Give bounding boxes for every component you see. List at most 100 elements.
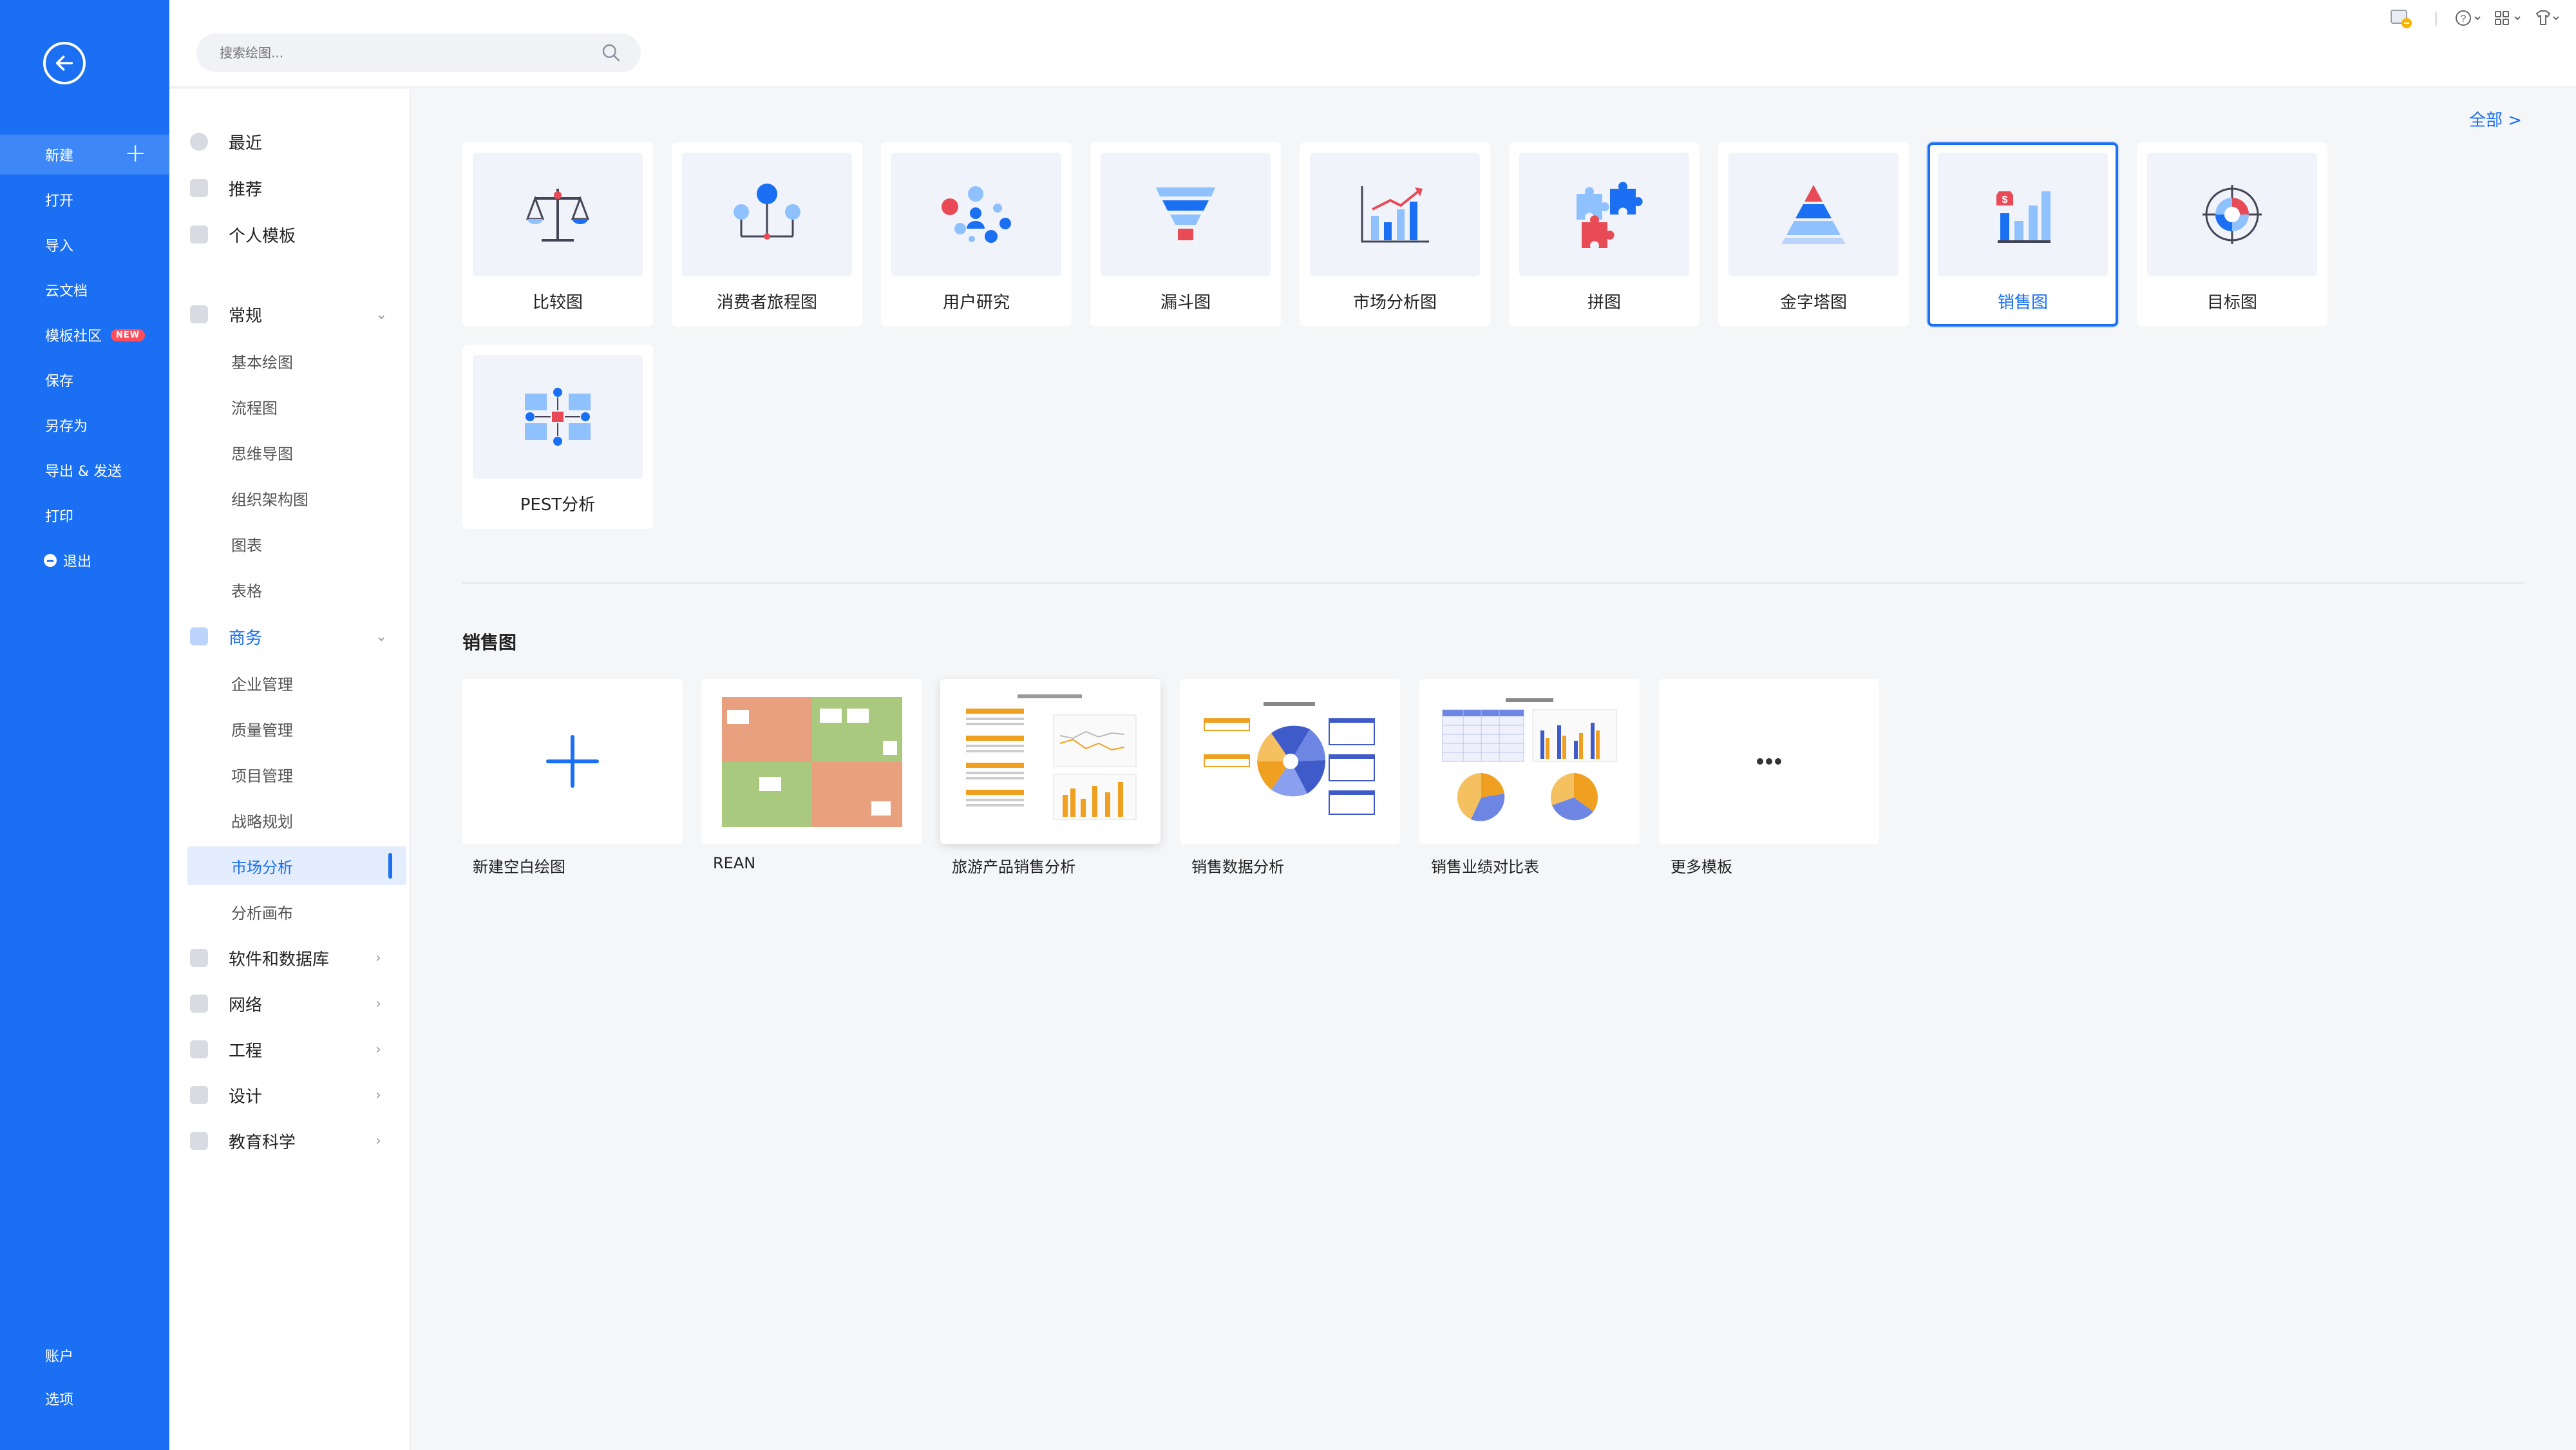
general-icon (190, 305, 208, 323)
sub-project-mgmt[interactable]: 项目管理 (169, 755, 411, 794)
education-icon (190, 1132, 208, 1150)
sub-tables[interactable]: 表格 (169, 570, 411, 609)
back-button[interactable] (43, 42, 86, 84)
type-customer-journey-label: 消费者旅程图 (716, 293, 817, 312)
sub-flowchart-label: 流程图 (231, 399, 278, 417)
nav-export-send-label: 导出 & 发送 (45, 464, 122, 480)
chevron-right-icon[interactable]: › (375, 1042, 381, 1058)
template-more-label: 更多模板 (1671, 858, 1732, 876)
sub-org-chart-label: 组织架构图 (231, 490, 308, 509)
search-icon[interactable] (601, 43, 621, 63)
nav-options[interactable]: 选项 (0, 1378, 169, 1418)
category-recommended[interactable]: 推荐 (169, 169, 411, 207)
type-user-research-label: 用户研究 (942, 293, 1010, 312)
nav-template-community-label: 模板社区 (45, 329, 102, 345)
template-travel-sales[interactable] (940, 679, 1160, 844)
nav-export-send[interactable]: 导出 & 发送 (0, 450, 169, 490)
plus-icon[interactable]: + (124, 140, 146, 166)
chevron-right-icon[interactable]: › (375, 950, 381, 966)
chevron-right-icon[interactable]: › (375, 1133, 381, 1149)
search-input[interactable] (220, 45, 580, 61)
type-customer-journey[interactable]: 消费者旅程图 (672, 142, 862, 327)
search-box[interactable] (196, 33, 641, 72)
category-software-db[interactable]: 软件和数据库 › (169, 939, 411, 977)
engineering-icon (190, 1040, 208, 1058)
sub-mind-map[interactable]: 思维导图 (169, 433, 411, 472)
market-chart-icon (1310, 153, 1480, 276)
nav-cloud-docs[interactable]: 云文档 (0, 270, 169, 310)
network-icon (190, 995, 208, 1013)
journey-icon (682, 153, 852, 276)
category-network[interactable]: 网络 › (169, 984, 411, 1023)
nav-exit-label: 退出 (63, 554, 92, 570)
chevron-down-icon[interactable]: ⌄ (375, 629, 387, 645)
nav-exit[interactable]: 退出 (0, 540, 169, 580)
clock-icon (190, 133, 208, 151)
template-sales-performance-compare-label: 销售业绩对比表 (1431, 858, 1539, 876)
sub-enterprise-mgmt[interactable]: 企业管理 (169, 663, 411, 702)
personal-template-icon (190, 225, 208, 243)
travel-sales-thumbnail (966, 694, 1137, 820)
sales-compare-thumbnail (1442, 698, 1617, 821)
help-icon[interactable]: ? (2454, 6, 2483, 30)
template-sales-performance-compare[interactable] (1419, 679, 1640, 844)
category-business[interactable]: 商务 ⌄ (169, 617, 411, 656)
category-panel: 最近 推荐 个人模板 常规 ⌄ 基本绘图 流程图 思维导图 组织架构图 图表 表… (169, 89, 411, 1450)
type-puzzle[interactable]: 拼图 (1509, 142, 1700, 327)
category-software-db-label: 软件和数据库 (229, 949, 330, 969)
nav-new-label: 新建 (45, 148, 74, 164)
nav-import[interactable]: 导入 (0, 225, 169, 265)
type-funnel[interactable]: 漏斗图 (1090, 142, 1281, 327)
type-user-research[interactable]: 用户研究 (881, 142, 1072, 327)
sub-strategy-label: 战略规划 (231, 812, 293, 831)
sub-charts[interactable]: 图表 (169, 524, 411, 563)
type-market-analysis[interactable]: 市场分析图 (1300, 142, 1490, 327)
category-education[interactable]: 教育科学 › (169, 1121, 411, 1160)
nav-save[interactable]: 保存 (0, 360, 169, 400)
more-dots-icon (1757, 758, 1781, 765)
type-pest-analysis[interactable]: PEST分析 (462, 345, 653, 529)
chevron-down-icon[interactable]: ⌄ (375, 307, 387, 323)
nav-save-as[interactable]: 另存为 (0, 405, 169, 445)
sub-market-analysis[interactable]: 市场分析 (169, 846, 411, 885)
shop-icon[interactable] (2389, 6, 2414, 30)
template-new-blank[interactable] (462, 679, 683, 844)
pest-icon (473, 355, 643, 479)
nav-template-community[interactable]: 模板社区 NEW (0, 315, 169, 355)
nav-open[interactable]: 打开 (0, 180, 169, 220)
nav-new[interactable]: 新建 + (0, 135, 169, 175)
sub-quality-mgmt[interactable]: 质量管理 (169, 709, 411, 748)
nav-save-label: 保存 (45, 374, 74, 390)
sub-strategy[interactable]: 战略规划 (169, 801, 411, 839)
template-more[interactable] (1659, 679, 1879, 844)
apps-grid-icon[interactable] (2493, 6, 2523, 30)
sub-flowchart[interactable]: 流程图 (169, 387, 411, 426)
section-title: 销售图 (462, 632, 517, 653)
template-sales-data-analysis[interactable] (1180, 679, 1400, 844)
type-comparison[interactable]: 比较图 (462, 142, 653, 327)
category-recent[interactable]: 最近 (169, 122, 411, 161)
type-target[interactable]: 目标图 (2137, 142, 2327, 327)
nav-account[interactable]: 账户 (0, 1335, 169, 1375)
category-personal-templates[interactable]: 个人模板 (169, 215, 411, 254)
chevron-right-icon[interactable]: › (375, 1087, 381, 1103)
type-pyramid-label: 金字塔图 (1779, 293, 1847, 312)
sub-analysis-canvas[interactable]: 分析画布 (169, 892, 411, 931)
skin-shirt-icon[interactable] (2533, 6, 2561, 30)
template-rean[interactable] (701, 679, 922, 844)
category-design[interactable]: 设计 › (169, 1076, 411, 1114)
type-pyramid[interactable]: 金字塔图 (1718, 142, 1909, 327)
sub-basic-drawing[interactable]: 基本绘图 (169, 341, 411, 380)
new-badge: NEW (111, 329, 146, 341)
nav-print[interactable]: 打印 (0, 495, 169, 535)
view-all-link[interactable]: 全部 > (2469, 107, 2522, 131)
category-business-label: 商务 (229, 628, 263, 648)
pyramid-icon (1728, 153, 1899, 276)
type-sales-label: 销售图 (1997, 293, 2048, 312)
category-engineering[interactable]: 工程 › (169, 1030, 411, 1069)
chevron-right-icon[interactable]: › (375, 996, 381, 1012)
category-general[interactable]: 常规 ⌄ (169, 295, 411, 334)
rean-thumbnail (722, 697, 902, 827)
sub-org-chart[interactable]: 组织架构图 (169, 479, 411, 517)
type-sales[interactable]: $ 销售图 (1927, 142, 2118, 327)
